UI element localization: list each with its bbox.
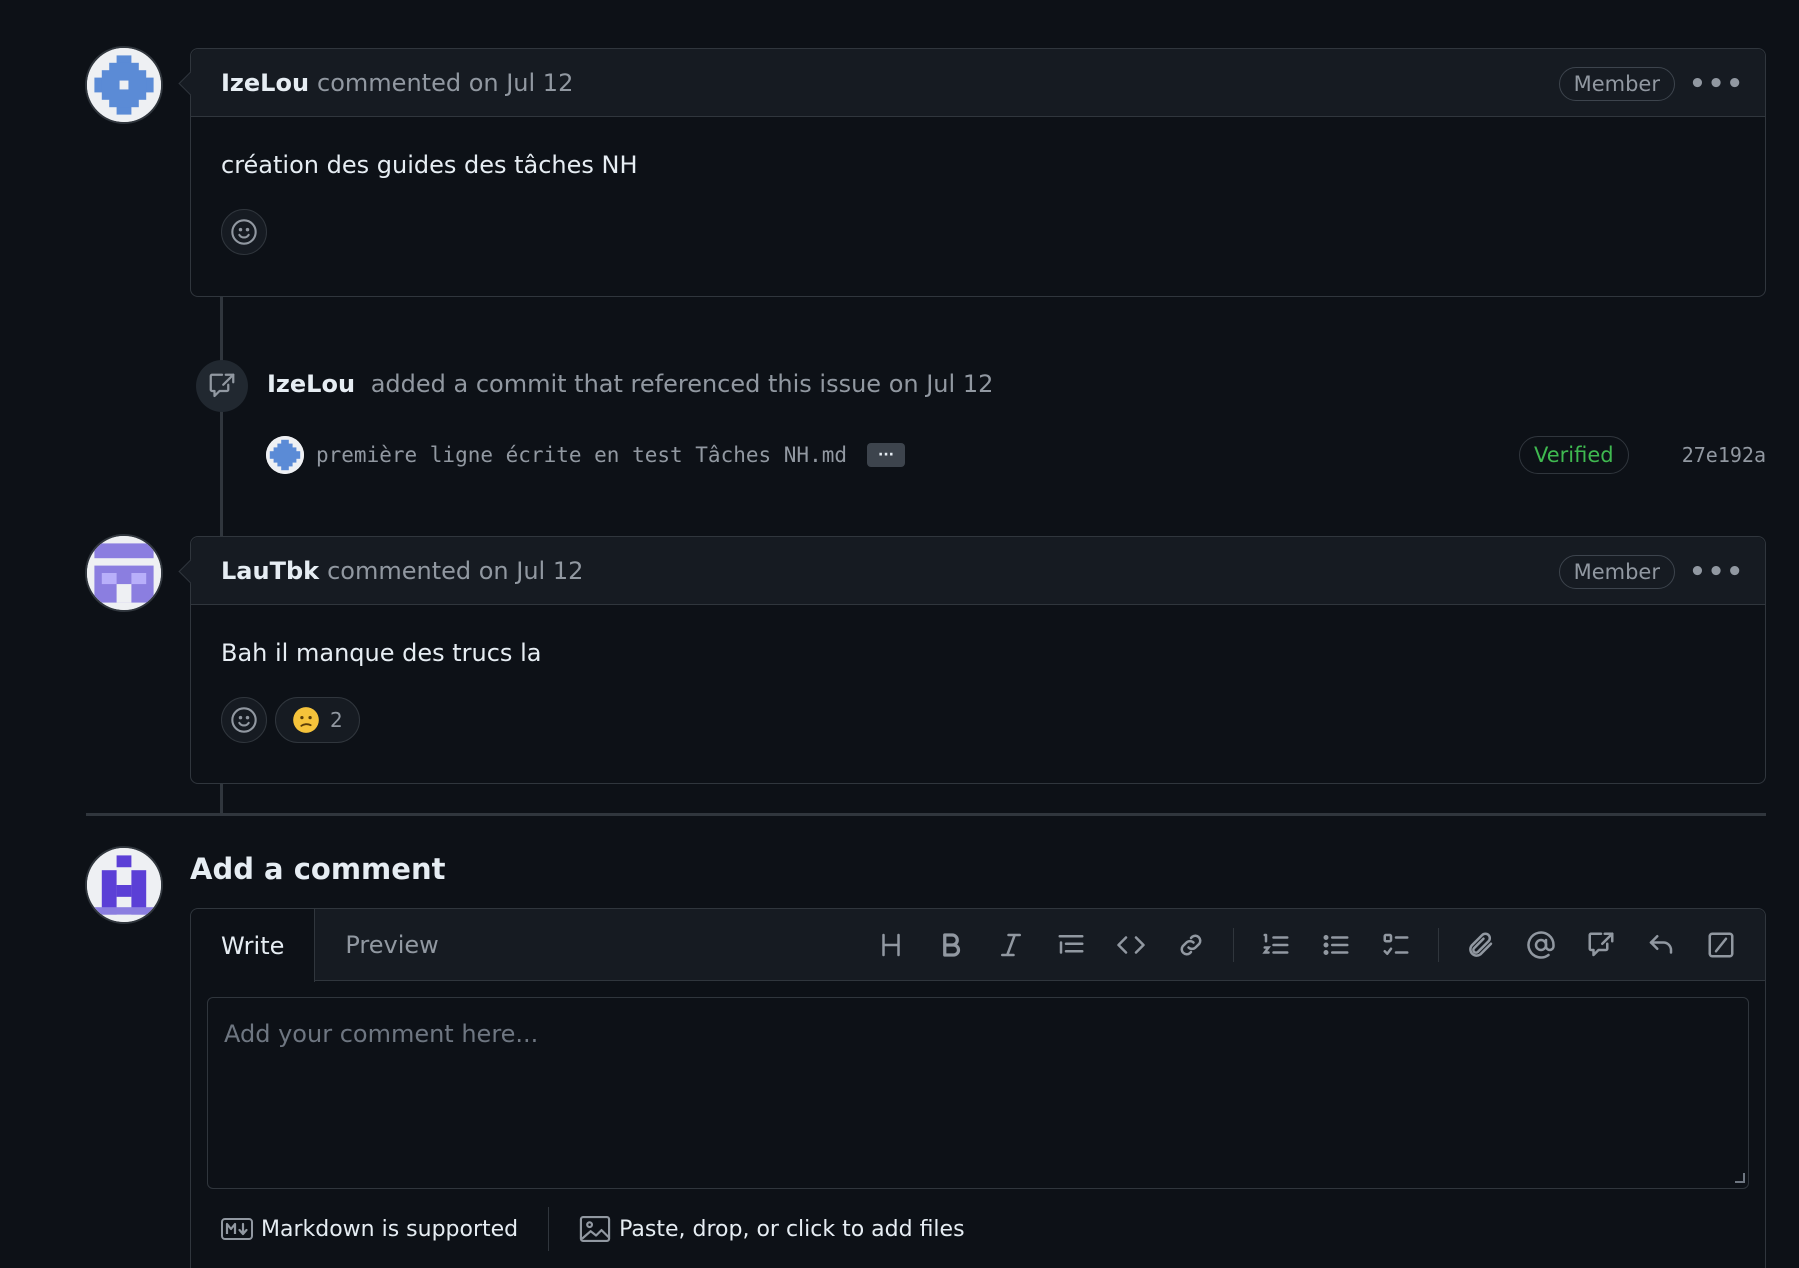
mention-icon[interactable]: [1511, 922, 1571, 968]
markdown-supported-link[interactable]: Markdown is supported: [221, 1216, 518, 1242]
member-badge: Member: [1558, 67, 1675, 101]
reactions-bar: [221, 209, 1735, 255]
expand-commit-button[interactable]: ···: [867, 443, 906, 467]
task-list-icon[interactable]: [1366, 922, 1426, 968]
current-user-avatar[interactable]: [85, 846, 163, 924]
commit-message-link[interactable]: première ligne écrite en test Tâches NH.…: [316, 443, 847, 467]
smiley-icon: [231, 219, 257, 245]
comment-author[interactable]: IzeLou: [221, 69, 309, 97]
timeline-line: [220, 296, 223, 536]
tab-write[interactable]: Write: [191, 909, 316, 982]
comment-author[interactable]: LauTbk: [221, 557, 319, 585]
tab-preview[interactable]: Preview: [315, 909, 468, 981]
verified-badge[interactable]: Verified: [1519, 436, 1629, 474]
reaction-confused-button[interactable]: 2: [275, 697, 360, 743]
more-options-icon[interactable]: •••: [1689, 67, 1743, 101]
attach-icon[interactable]: [1451, 922, 1511, 968]
avatar-lautbk[interactable]: [85, 534, 163, 612]
event-text: added a commit that referenced this issu…: [370, 370, 994, 398]
footer-separator: [548, 1207, 550, 1251]
more-options-icon[interactable]: •••: [1689, 555, 1743, 589]
editor-header: Write Preview: [191, 909, 1765, 982]
confused-emoji-icon: [293, 707, 319, 733]
comment-body: Bah il manque des trucs la 2: [191, 605, 1765, 773]
commit-row: première ligne écrite en test Tâches NH.…: [266, 432, 1766, 478]
comment-input[interactable]: [207, 997, 1749, 1189]
add-reaction-button[interactable]: [221, 209, 267, 255]
reactions-bar: 2: [221, 697, 1735, 743]
comment-body: création des guides des tâches NH: [191, 117, 1765, 285]
bold-icon[interactable]: [921, 922, 981, 968]
toolbar-separator: [1233, 928, 1234, 962]
image-icon: [579, 1216, 611, 1242]
comment-header: LauTbk commented on Jul 12 Member •••: [191, 537, 1765, 605]
markdown-note: Markdown is supported: [261, 1216, 519, 1242]
slash-command-icon[interactable]: [1691, 922, 1751, 968]
timeline-line: [220, 783, 223, 815]
timeline-divider: [86, 813, 1766, 816]
italic-icon[interactable]: [981, 922, 1041, 968]
resize-handle[interactable]: [1735, 1173, 1745, 1183]
reaction-count: 2: [330, 708, 343, 732]
comment-text: création des guides des tâches NH: [221, 151, 638, 179]
comment-text: Bah il manque des trucs la: [221, 639, 542, 667]
avatar-izelou[interactable]: [85, 46, 163, 124]
code-icon[interactable]: [1101, 922, 1161, 968]
add-reaction-button[interactable]: [221, 697, 267, 743]
bulleted-list-icon[interactable]: [1306, 922, 1366, 968]
commit-sha-link[interactable]: 27e192a: [1682, 443, 1766, 467]
issue-timeline: IzeLou commented on Jul 12 Member ••• cr…: [0, 0, 1799, 1268]
quote-icon[interactable]: [1041, 922, 1101, 968]
reply-icon[interactable]: [1631, 922, 1691, 968]
files-note: Paste, drop, or click to add files: [619, 1216, 965, 1242]
editor-footer: Markdown is supported Paste, drop, or cl…: [191, 1189, 1765, 1268]
comment-card: LauTbk commented on Jul 12 Member ••• Ba…: [190, 536, 1766, 784]
event-description: IzeLou added a commit that referenced th…: [267, 370, 993, 398]
comment-editor: Write Preview Add your comment here... M…: [190, 908, 1766, 1268]
cross-reference-icon[interactable]: [1571, 922, 1631, 968]
comment-timestamp[interactable]: commented on Jul 12: [317, 69, 573, 97]
comment-card: IzeLou commented on Jul 12 Member ••• cr…: [190, 48, 1766, 297]
numbered-list-icon[interactable]: [1246, 922, 1306, 968]
add-files-button[interactable]: Paste, drop, or click to add files: [579, 1216, 965, 1242]
smiley-icon: [231, 707, 257, 733]
markdown-icon: [221, 1218, 253, 1240]
formatting-toolbar: [861, 909, 1751, 981]
event-author[interactable]: IzeLou: [267, 370, 355, 398]
comment-header: IzeLou commented on Jul 12 Member •••: [191, 49, 1765, 117]
comment-timestamp[interactable]: commented on Jul 12: [327, 557, 583, 585]
toolbar-separator: [1438, 928, 1439, 962]
cross-reference-event-icon: [196, 360, 248, 412]
commit-author-avatar[interactable]: [266, 436, 304, 474]
link-icon[interactable]: [1161, 922, 1221, 968]
heading-icon[interactable]: [861, 922, 921, 968]
member-badge: Member: [1558, 555, 1675, 589]
add-comment-title: Add a comment: [190, 852, 446, 886]
